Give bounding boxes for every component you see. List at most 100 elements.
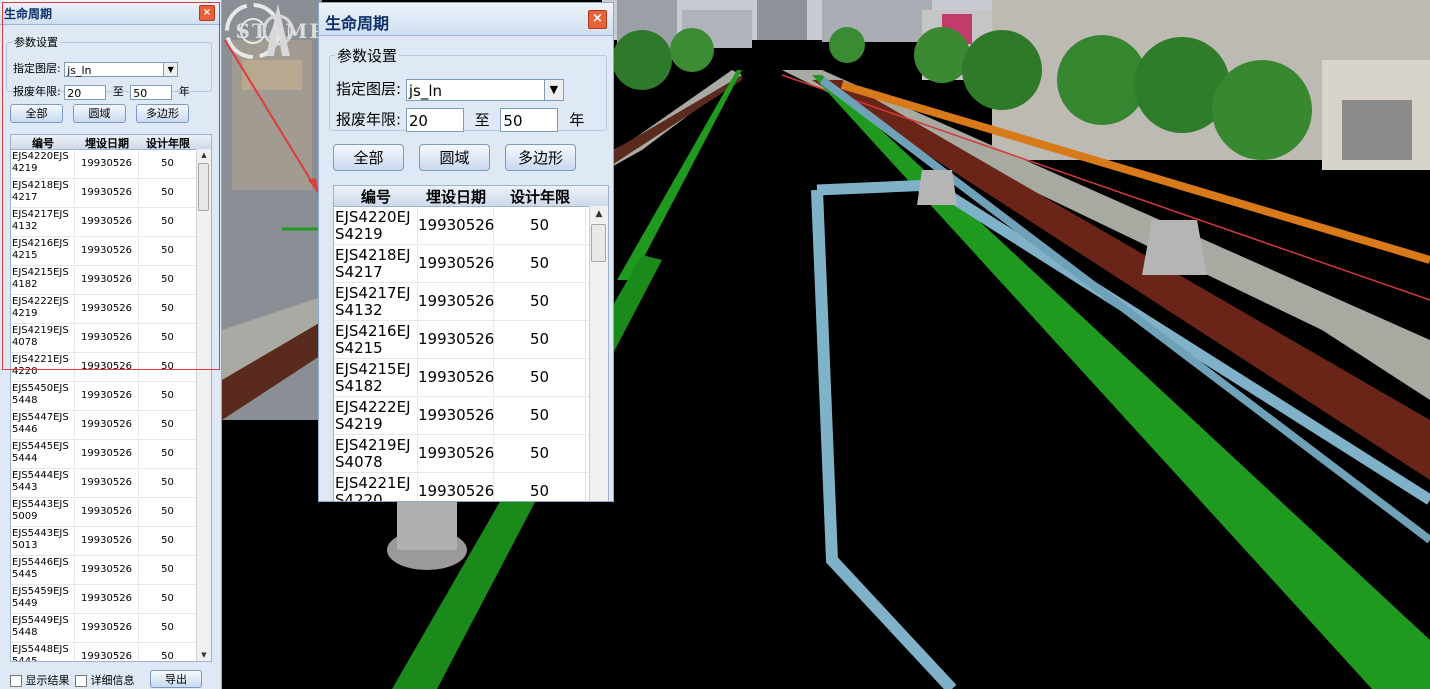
zoom-layer-label: 指定图层:: [336, 80, 402, 98]
table-row[interactable]: EJS4219EJS4078 19930526 50: [11, 324, 211, 353]
chevron-down-icon[interactable]: ▼: [163, 62, 178, 76]
cell-life: 50: [139, 643, 197, 661]
cell-id: EJS4219EJS4078: [11, 324, 75, 351]
shutter-right: [1342, 100, 1412, 160]
table-row[interactable]: EJS5450EJS5448 19930526 50: [11, 382, 211, 411]
circle-button[interactable]: 圆域: [73, 104, 126, 123]
cell-life: 50: [139, 440, 197, 467]
cell-date: 19930526: [75, 324, 139, 351]
grid-header: 编号 埋设日期 设计年限: [11, 135, 211, 150]
grid-scrollbar[interactable]: ▲ ▼: [196, 149, 211, 661]
table-row[interactable]: EJS5459EJS5449 19930526 50: [11, 585, 211, 614]
table-row[interactable]: EJS5449EJS5448 19930526 50: [11, 614, 211, 643]
tree: [914, 27, 970, 83]
zoom-header-id: 编号: [360, 188, 391, 206]
cell-life: 50: [139, 469, 197, 496]
tree: [670, 28, 714, 72]
cell-date: 19930526: [75, 614, 139, 641]
cell-life: 50: [494, 435, 586, 471]
detail-checkbox[interactable]: [75, 675, 87, 687]
cell-date: 19930526: [75, 498, 139, 525]
table-row[interactable]: EJS5446EJS5445 19930526 50: [11, 556, 211, 585]
zoom-title: 生命周期: [325, 14, 390, 33]
panel-titlebar[interactable]: 生命周期 ×: [0, 0, 221, 25]
cell-id: EJS4221EJS4220: [334, 473, 418, 501]
lifecycle-panel: 生命周期 × 参数设置 指定图层: js_ln ▼ 报废年限: 20 至 50 年…: [0, 0, 222, 689]
zoom-grid-scrollbar: ▲ ▼: [589, 206, 608, 501]
table-row[interactable]: EJS4221EJS4220 19930526 50: [334, 473, 608, 501]
cell-life: 50: [139, 382, 197, 409]
table-row[interactable]: EJS4218EJS4217 19930526 50: [334, 245, 608, 283]
table-row[interactable]: EJS4221EJS4220 19930526 50: [11, 353, 211, 382]
manhole-center: [917, 170, 957, 205]
header-life[interactable]: 设计年限: [139, 135, 197, 151]
cell-date: 19930526: [418, 321, 494, 357]
scroll-down-icon[interactable]: ▼: [197, 649, 211, 661]
cell-life: 50: [139, 237, 197, 264]
table-row[interactable]: EJS4220EJS4219 19930526 50: [334, 207, 608, 245]
tree: [829, 27, 865, 63]
building-center-right: [757, 0, 807, 40]
cell-life: 50: [139, 266, 197, 293]
zoom-year-unit: 年: [569, 110, 585, 129]
close-icon[interactable]: ×: [199, 5, 215, 21]
zoom-layer-select: js_ln ▼: [405, 78, 564, 101]
table-row[interactable]: EJS4222EJS4219 19930526 50: [334, 397, 608, 435]
params-group: 参数设置 指定图层: js_ln ▼ 报废年限: 20 至 50 年: [6, 34, 212, 100]
table-row[interactable]: EJS4222EJS4219 19930526 50: [11, 295, 211, 324]
zoom-grid-body: EJS4220EJS4219 19930526 50 EJS4218EJS4217 19…: [334, 207, 608, 501]
cell-id: EJS4217EJS4132: [334, 283, 418, 319]
tree: [612, 30, 672, 90]
table-row[interactable]: EJS4216EJS4215 19930526 50: [334, 321, 608, 359]
cell-id: EJS5449EJS5448: [11, 614, 75, 641]
cell-life: 50: [139, 353, 197, 380]
cell-date: 19930526: [75, 643, 139, 661]
table-row[interactable]: EJS4219EJS4078 19930526 50: [334, 435, 608, 473]
cell-id: EJS5450EJS5448: [11, 382, 75, 409]
table-row[interactable]: EJS4217EJS4132 19930526 50: [11, 208, 211, 237]
cell-id: EJS5459EJS5449: [11, 585, 75, 612]
cell-date: 19930526: [418, 359, 494, 395]
all-button[interactable]: 全部: [10, 104, 63, 123]
export-button[interactable]: 导出: [150, 670, 202, 688]
years-row: 报废年限: 20 至 50 年: [13, 83, 190, 100]
cell-id: EJS4221EJS4220: [11, 353, 75, 380]
zoom-year-to: 50: [500, 108, 559, 132]
table-row[interactable]: EJS4218EJS4217 19930526 50: [11, 179, 211, 208]
table-row[interactable]: EJS5443EJS5009 19930526 50: [11, 498, 211, 527]
layer-value: js_ln: [67, 63, 92, 77]
zoom-years-label: 报废年限:: [336, 110, 402, 129]
table-row[interactable]: EJS4216EJS4215 19930526 50: [11, 237, 211, 266]
header-id[interactable]: 编号: [11, 135, 75, 151]
table-row[interactable]: EJS4215EJS4182 19930526 50: [11, 266, 211, 295]
cell-id: EJS4220EJS4219: [334, 207, 418, 243]
cell-id: EJS5445EJS5444: [11, 440, 75, 467]
cell-id: EJS5446EJS5445: [11, 556, 75, 583]
year-from-input[interactable]: 20: [64, 84, 107, 100]
cell-id: EJS4215EJS4182: [334, 359, 418, 395]
cell-date: 19930526: [75, 237, 139, 264]
scroll-thumb[interactable]: [198, 163, 209, 211]
zoom-titlebar: 生命周期 ×: [319, 3, 613, 36]
cell-id: EJS4220EJS4219: [11, 150, 75, 177]
table-row[interactable]: EJS5443EJS5013 19930526 50: [11, 527, 211, 556]
table-row[interactable]: EJS5448EJS5445 19930526 50: [11, 643, 211, 661]
table-row[interactable]: EJS4220EJS4219 19930526 50: [11, 150, 211, 179]
polygon-button[interactable]: 多边形: [136, 104, 189, 123]
zoom-circle-button: 圆域: [419, 144, 490, 171]
cell-id: EJS4222EJS4219: [11, 295, 75, 322]
layer-select[interactable]: js_ln ▼: [64, 61, 179, 77]
blue-pipe-down: [811, 189, 957, 689]
show-result-checkbox[interactable]: [10, 675, 22, 687]
year-to-input[interactable]: 50: [130, 84, 173, 100]
cell-id: EJS4218EJS4217: [11, 179, 75, 206]
stamp-text: STAMP: [236, 19, 327, 43]
table-row[interactable]: EJS4215EJS4182 19930526 50: [334, 359, 608, 397]
header-date[interactable]: 埋设日期: [75, 135, 139, 151]
table-row[interactable]: EJS4217EJS4132 19930526 50: [334, 283, 608, 321]
scroll-up-icon[interactable]: ▲: [197, 149, 211, 161]
table-row[interactable]: EJS5445EJS5444 19930526 50: [11, 440, 211, 469]
table-row[interactable]: EJS5447EJS5446 19930526 50: [11, 411, 211, 440]
table-row[interactable]: EJS5444EJS5443 19930526 50: [11, 469, 211, 498]
result-grid: 编号 埋设日期 设计年限 EJS4220EJS4219 19930526 50 EJS42…: [10, 134, 212, 662]
